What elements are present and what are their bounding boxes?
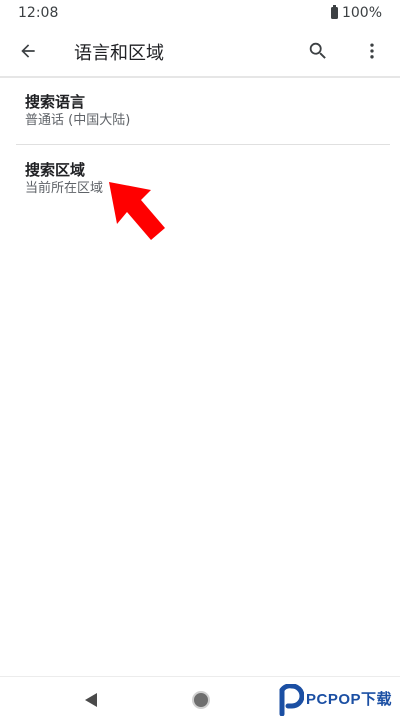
nav-home-icon [192, 691, 210, 709]
search-language-item[interactable]: 搜索语言 普通话 (中国大陆) [0, 92, 400, 130]
app-bar: 语言和区域 [0, 26, 400, 76]
red-arrow-icon [109, 182, 165, 240]
status-bar: 12:08 100% [0, 0, 400, 26]
status-right: 100% [330, 5, 382, 21]
nav-back-button[interactable] [76, 685, 106, 715]
search-region-title: 搜索区域 [25, 161, 86, 179]
page-title: 语言和区域 [74, 43, 164, 64]
search-language-title: 搜索语言 [25, 93, 86, 111]
nav-home-button[interactable] [186, 685, 216, 715]
search-button[interactable] [298, 26, 338, 76]
watermark: PCPOP下载 [276, 684, 400, 720]
search-icon [309, 42, 326, 59]
battery-icon [330, 5, 338, 19]
watermark-text: PCPOP下载 [306, 691, 393, 708]
search-language-summary: 普通话 (中国大陆) [25, 113, 131, 128]
more-vert-icon [370, 43, 374, 59]
list-divider [16, 144, 390, 145]
nav-back-icon [85, 693, 97, 707]
search-region-item[interactable]: 搜索区域 当前所在区域 [0, 160, 400, 198]
arrow-back-icon [21, 44, 35, 58]
more-options-button[interactable] [352, 26, 392, 76]
app-bar-divider [0, 76, 400, 78]
battery-percent: 100% [341, 5, 382, 21]
status-time: 12:08 [18, 5, 59, 21]
back-button[interactable] [8, 26, 48, 76]
search-region-summary: 当前所在区域 [25, 181, 104, 196]
pcpop-logo-icon [279, 684, 304, 716]
